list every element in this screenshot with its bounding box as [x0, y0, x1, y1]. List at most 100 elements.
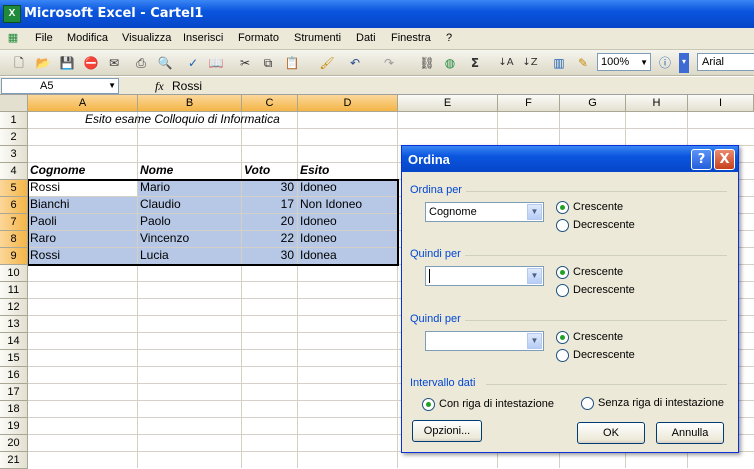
with-header-label[interactable]: Con riga di intestazione — [439, 398, 554, 410]
column-header-g[interactable]: G — [560, 95, 626, 112]
menu-inserisci[interactable]: Inserisci — [183, 32, 223, 44]
globe-icon[interactable]: ◍ — [441, 54, 459, 72]
spelling-icon[interactable]: ✓ — [184, 54, 202, 72]
print-preview-icon[interactable]: 🔍 — [156, 54, 174, 72]
data-cell[interactable]: Lucia — [140, 247, 169, 264]
chevron-down-icon[interactable]: ▼ — [527, 268, 542, 284]
menu-finestra[interactable]: Finestra — [391, 32, 431, 44]
column-header-h[interactable]: H — [626, 95, 688, 112]
then-by-2-descending-label[interactable]: Decrescente — [573, 349, 635, 361]
data-cell[interactable]: 30 — [242, 247, 294, 264]
data-cell[interactable]: Rossi — [30, 247, 60, 264]
autosum-icon[interactable]: Σ — [466, 54, 484, 72]
column-header-b[interactable]: B — [138, 95, 242, 112]
row-header[interactable]: 12 — [0, 299, 28, 316]
chevron-down-icon[interactable]: ▼ — [527, 204, 542, 220]
menu-formato[interactable]: Formato — [238, 32, 279, 44]
menu-visualizza[interactable]: Visualizza — [122, 32, 171, 44]
row-header[interactable]: 21 — [0, 452, 28, 469]
paste-icon[interactable]: 📋 — [283, 54, 301, 72]
data-cell[interactable]: Idoneo — [300, 213, 337, 230]
row-header[interactable]: 2 — [0, 129, 28, 146]
column-header-c[interactable]: C — [242, 95, 298, 112]
data-cell[interactable]: 22 — [242, 230, 294, 247]
row-header[interactable]: 7 — [0, 214, 28, 231]
open-icon[interactable]: 📂 — [34, 54, 52, 72]
menu-file[interactable]: File — [35, 32, 53, 44]
then-by-1-ascending-radio[interactable] — [556, 266, 569, 279]
chevron-down-icon[interactable]: ▼ — [108, 79, 116, 93]
data-cell[interactable]: Paoli — [30, 213, 57, 230]
menu-help[interactable]: ? — [446, 32, 452, 44]
new-icon[interactable]: 🗋 — [10, 54, 28, 72]
data-cell[interactable]: 17 — [242, 196, 294, 213]
then-by-2-ascending-radio[interactable] — [556, 331, 569, 344]
then-by-2-descending-radio[interactable] — [556, 349, 569, 362]
data-cell[interactable]: Paolo — [140, 213, 171, 230]
without-header-radio[interactable] — [581, 397, 594, 410]
font-select[interactable]: Arial — [697, 53, 754, 71]
column-header-e[interactable]: E — [398, 95, 498, 112]
column-header-i[interactable]: I — [688, 95, 754, 112]
sort-by-descending-radio[interactable] — [556, 219, 569, 232]
row-header[interactable]: 6 — [0, 197, 28, 214]
header-cell-esito[interactable]: Esito — [300, 162, 329, 179]
chart-wizard-icon[interactable]: ▥ — [550, 54, 568, 72]
redo-icon[interactable]: ↷ — [380, 54, 398, 72]
help-button[interactable]: ? — [691, 149, 712, 170]
row-header[interactable]: 14 — [0, 333, 28, 350]
sheet-title-cell[interactable]: Esito esame Colloquio di Informatica — [85, 111, 280, 128]
row-header[interactable]: 20 — [0, 435, 28, 452]
row-header[interactable]: 15 — [0, 350, 28, 367]
column-header-d[interactable]: D — [298, 95, 398, 112]
then-by-2-combo[interactable]: ▼ — [425, 331, 544, 351]
formula-input[interactable]: Rossi — [172, 79, 202, 93]
dialog-title-bar[interactable]: Ordina ? X — [402, 146, 738, 172]
data-cell[interactable]: Vincenzo — [140, 230, 189, 247]
drawing-icon[interactable]: ✎ — [574, 54, 592, 72]
row-header[interactable]: 9 — [0, 248, 28, 265]
row-header[interactable]: 19 — [0, 418, 28, 435]
column-header-a[interactable]: A — [28, 95, 138, 112]
cancel-button[interactable]: Annulla — [656, 422, 724, 444]
data-cell[interactable]: Raro — [30, 230, 56, 247]
data-cell[interactable]: Idoneo — [300, 230, 337, 247]
with-header-radio[interactable] — [422, 398, 435, 411]
zoom-select[interactable]: 100% ▼ — [597, 53, 651, 71]
data-cell[interactable]: 20 — [242, 213, 294, 230]
row-header[interactable]: 18 — [0, 401, 28, 418]
row-header[interactable]: 11 — [0, 282, 28, 299]
data-cell[interactable]: 30 — [242, 179, 294, 196]
research-icon[interactable]: 📖 — [207, 54, 225, 72]
print-icon[interactable]: ⎙ — [132, 54, 150, 72]
hyperlink-icon[interactable]: ⛓ — [418, 54, 436, 72]
header-cell-nome[interactable]: Nome — [140, 162, 173, 179]
sort-by-descending-label[interactable]: Decrescente — [573, 219, 635, 231]
data-cell[interactable]: Bianchi — [30, 196, 69, 213]
then-by-1-ascending-label[interactable]: Crescente — [573, 266, 623, 278]
row-header[interactable]: 13 — [0, 316, 28, 333]
data-cell[interactable]: Claudio — [140, 196, 181, 213]
copy-icon[interactable]: ⧉ — [259, 54, 277, 72]
email-icon[interactable]: ✉ — [105, 54, 123, 72]
options-button[interactable]: Opzioni... — [412, 420, 482, 442]
data-cell[interactable]: Idoneo — [300, 179, 337, 196]
then-by-2-ascending-label[interactable]: Crescente — [573, 331, 623, 343]
save-icon[interactable]: 💾 — [58, 54, 76, 72]
data-cell[interactable]: Rossi — [30, 179, 60, 196]
sort-by-combo[interactable]: Cognome ▼ — [425, 202, 544, 222]
header-cell-cognome[interactable]: Cognome — [30, 162, 85, 179]
sort-descending-icon[interactable]: ↓Z — [521, 54, 539, 72]
menu-modifica[interactable]: Modifica — [67, 32, 108, 44]
row-header[interactable]: 3 — [0, 146, 28, 163]
without-header-label[interactable]: Senza riga di intestazione — [598, 397, 724, 409]
window-title-bar[interactable]: X Microsoft Excel - Cartel1 — [0, 0, 754, 28]
row-header[interactable]: 10 — [0, 265, 28, 282]
data-cell[interactable]: Idonea — [300, 247, 337, 264]
undo-icon[interactable]: ↶ — [346, 54, 364, 72]
row-header[interactable]: 16 — [0, 367, 28, 384]
cut-icon[interactable]: ✂ — [236, 54, 254, 72]
row-header[interactable]: 1 — [0, 112, 28, 129]
toolbar-options-icon[interactable]: ▾ — [679, 53, 689, 73]
data-cell[interactable]: Mario — [140, 179, 170, 196]
